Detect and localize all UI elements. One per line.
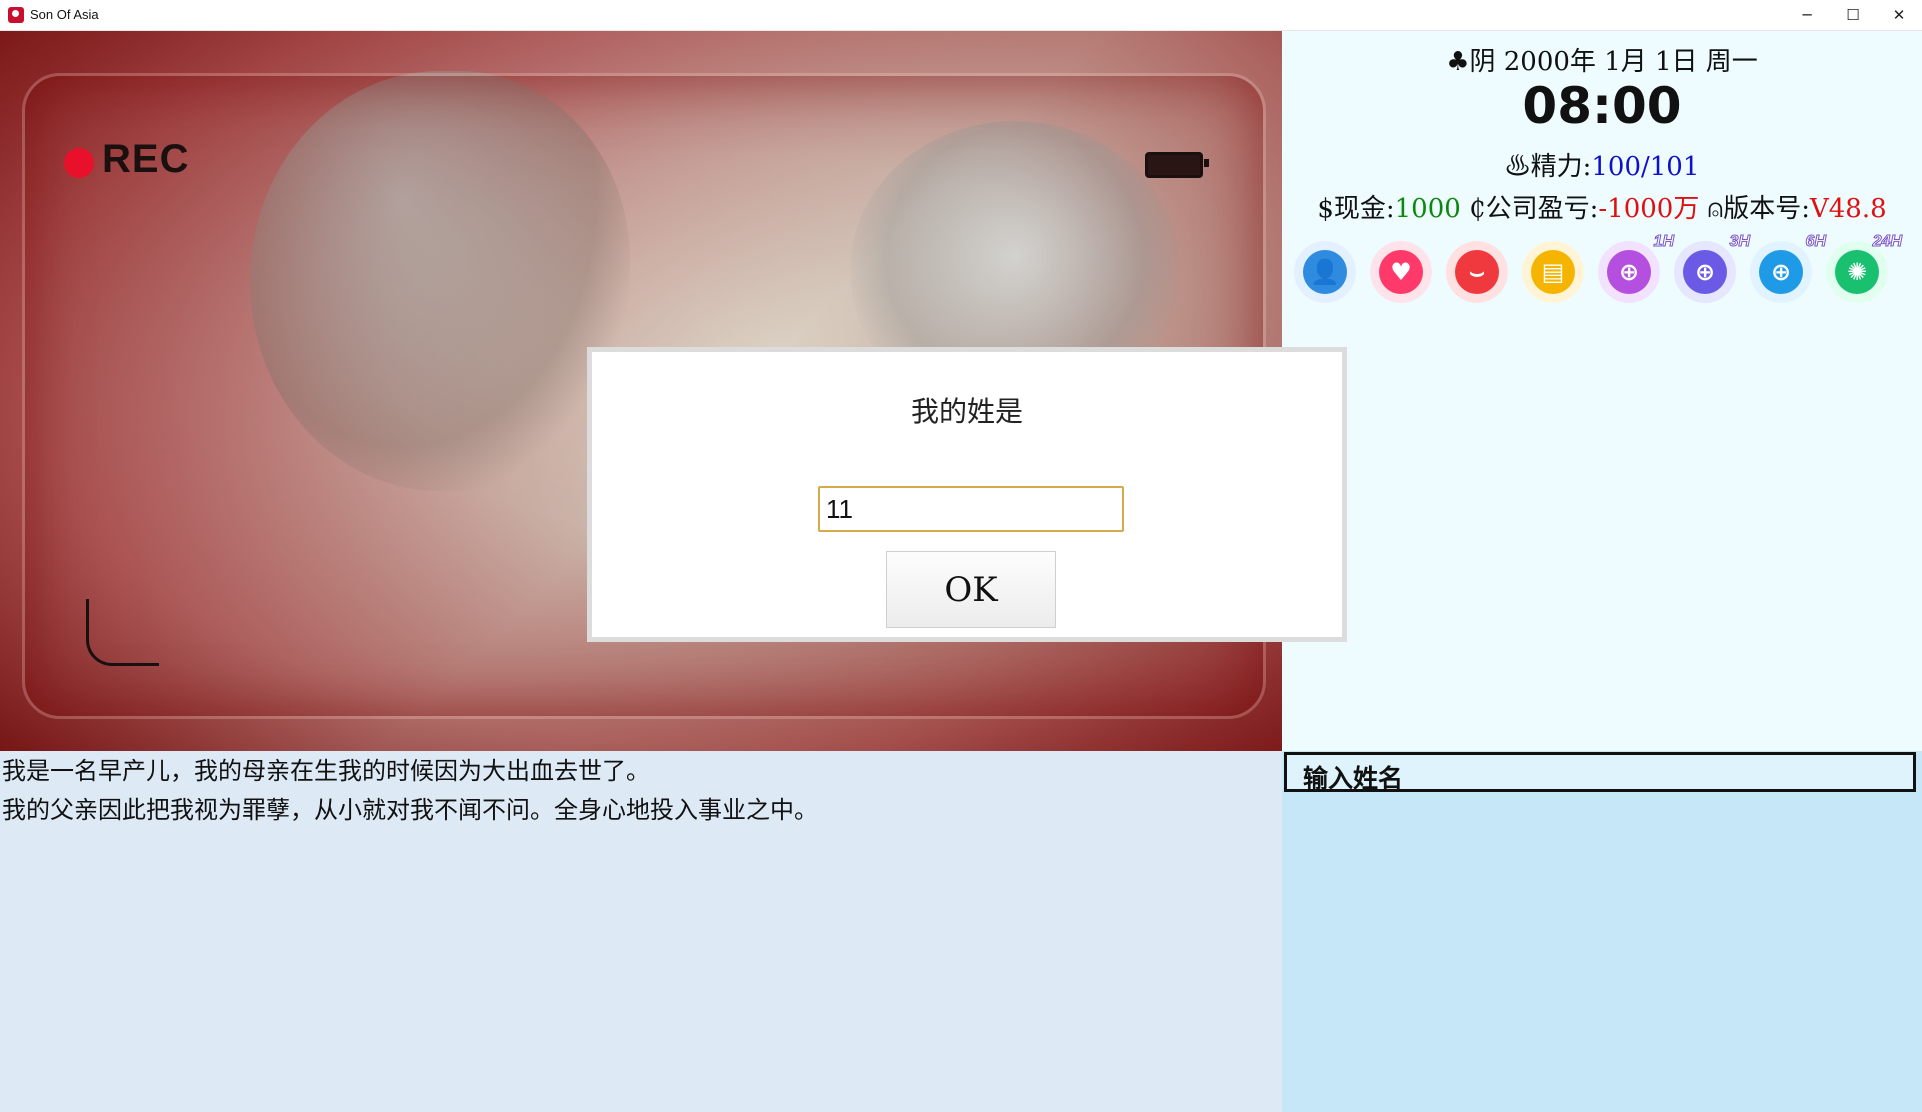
name-input-dialog: 我的姓是 OK [587,347,1347,642]
weather-icon: ♣ [1446,47,1470,77]
cash-value: 1000 [1394,194,1461,224]
wait-3h-badge: 3H [1729,233,1750,251]
ok-button[interactable]: OK [886,551,1056,628]
clock-time: 08:00 [1522,77,1682,135]
shop-icon[interactable]: ⌣ [1446,241,1508,303]
company-label: ₵公司盈亏: [1460,194,1599,224]
input-name-label: 输入姓名 [1303,764,1404,793]
wait-24h-icon[interactable]: ✺ 24H [1826,233,1903,303]
surname-input[interactable] [818,486,1124,532]
rec-label: REC [102,137,190,181]
app-logo-icon [8,7,24,23]
window-title: Son Of Asia [30,7,99,22]
energy-icon: ♨ [1504,152,1531,182]
battery-icon [1145,152,1209,178]
wait-6h-badge: 6H [1805,233,1826,251]
energy-line: ♨精力:100/101 [1282,146,1922,183]
record-dot-icon [64,148,94,178]
version-value: V48.8 [1809,194,1887,224]
date-line: ♣阴 2000年 1月 1日 周一 [1282,41,1922,78]
title-bar: Son Of Asia ─ ☐ ✕ [0,0,1922,31]
story-line: 我是一名早产儿，我的母亲在生我的时候因为大出血去世了。 [2,757,650,785]
wait-1h-badge: 1H [1653,233,1674,251]
story-line: 我的父亲因此把我视为罪孽，从小就对我不闻不问。全身心地投入事业之中。 [2,796,818,824]
action-toolbar: 👤 ♥ ⌣ ▤ ⊕ 1H ⊕ 3H ⊕ 6H ✺ 24H [1294,233,1914,311]
cash-label: $现金: [1317,194,1395,224]
minimize-button[interactable]: ─ [1784,0,1830,30]
close-button[interactable]: ✕ [1876,0,1922,30]
frame-corner-bracket [86,599,159,666]
date-text: 阴 2000年 1月 1日 周一 [1469,47,1758,77]
wait-6h-icon[interactable]: ⊕ 6H [1750,233,1827,303]
wait-1h-icon[interactable]: ⊕ 1H [1598,233,1675,303]
story-text-area: 我是一名早产儿，我的母亲在生我的时候因为大出血去世了。 我的父亲因此把我视为罪孽… [0,751,1282,1112]
character-icon[interactable]: 👤 [1294,241,1356,303]
wait-3h-icon[interactable]: ⊕ 3H [1674,233,1751,303]
notes-icon[interactable]: ▤ [1522,241,1584,303]
energy-value: 100/101 [1591,152,1700,182]
finance-line: $现金:1000 ₵公司盈亏:-1000万 ⍝版本号:V48.8 [1282,188,1922,225]
input-name-option[interactable]: 输入姓名 [1284,752,1916,793]
side-command-area [1282,751,1922,1112]
version-label: ⍝版本号: [1699,194,1810,224]
status-panel: ♣阴 2000年 1月 1日 周一 08:00 ♨精力:100/101 $现金:… [1282,31,1922,751]
energy-label: 精力: [1530,152,1592,182]
dialog-prompt: 我的姓是 [910,395,1023,428]
company-value: -1000万 [1598,194,1700,224]
wait-24h-badge: 24H [1872,233,1902,251]
maximize-button[interactable]: ☐ [1830,0,1876,30]
favor-icon[interactable]: ♥ [1370,241,1432,303]
